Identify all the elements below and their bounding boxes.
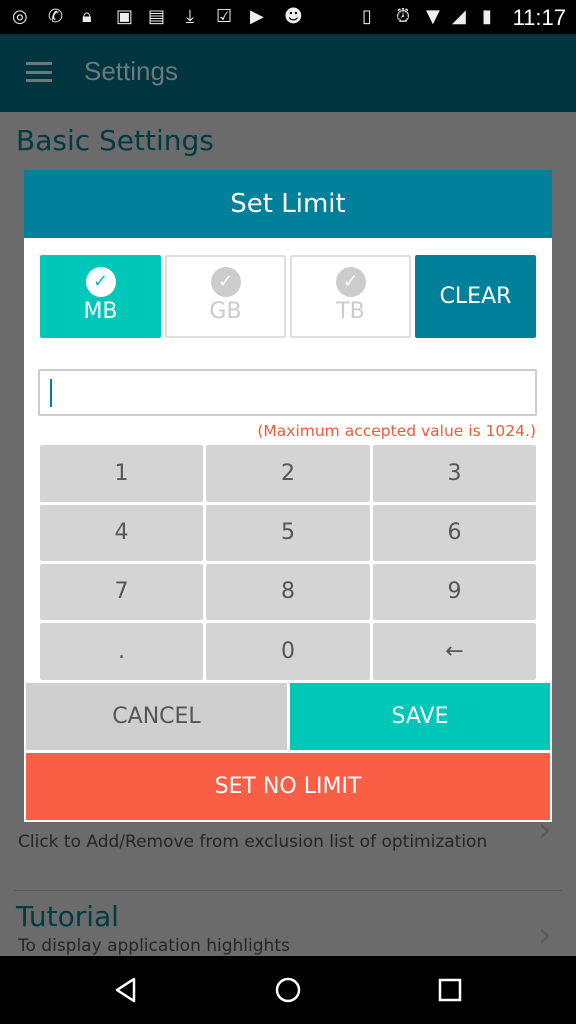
wifi-icon: ▼ — [426, 6, 440, 27]
vibrate-icon: ▯ — [362, 6, 372, 27]
tutorial-subtitle: To display application highlights — [18, 936, 290, 956]
save-button[interactable]: SAVE — [290, 683, 550, 750]
notification-icon: ◎ — [12, 6, 28, 27]
clipboard-icon: ☑ — [216, 6, 233, 27]
battery-icon: ▮ — [482, 6, 492, 27]
unit-label: TB — [336, 299, 365, 324]
home-icon[interactable] — [274, 976, 302, 1004]
decimal-key[interactable]: . — [40, 623, 203, 680]
key-0[interactable]: 0 — [206, 623, 370, 680]
signal-icon: ◢ — [452, 6, 466, 27]
clock: 11:17 — [512, 5, 566, 30]
hamburger-menu-icon[interactable] — [26, 62, 52, 82]
clear-button[interactable]: CLEAR — [415, 255, 536, 338]
tutorial-title[interactable]: Tutorial — [16, 900, 119, 933]
key-5[interactable]: 5 — [206, 505, 370, 561]
set-no-limit-button[interactable]: SET NO LIMIT — [26, 753, 550, 820]
cancel-button[interactable]: CANCEL — [26, 683, 287, 750]
recents-icon[interactable] — [436, 976, 464, 1004]
section-title: Basic Settings — [16, 124, 214, 157]
check-circle-icon: ✓ — [210, 267, 241, 297]
chevron-right-icon: › — [538, 915, 552, 955]
key-2[interactable]: 2 — [206, 445, 370, 502]
alarm-icon: ⏰︎ — [396, 6, 411, 27]
page-title: Settings — [84, 56, 178, 86]
image-icon: ▣ — [116, 6, 134, 27]
check-circle-icon: ✓ — [335, 267, 366, 297]
key-8[interactable]: 8 — [206, 564, 370, 620]
lock-icon: 🔒︎ — [82, 6, 92, 27]
exclusion-subtitle[interactable]: Click to Add/Remove from exclusion list … — [18, 832, 487, 852]
unit-label: GB — [209, 299, 242, 324]
unit-gb-button[interactable]: ✓ GB — [165, 255, 286, 338]
key-1[interactable]: 1 — [40, 445, 203, 502]
unit-tb-button[interactable]: ✓ TB — [290, 255, 411, 338]
key-3[interactable]: 3 — [373, 445, 536, 502]
whatsapp-icon: ✆ — [48, 6, 64, 27]
navigation-bar — [0, 956, 576, 1024]
app-icon: ▤ — [148, 6, 166, 27]
limit-input[interactable] — [38, 369, 537, 416]
dialog-title: Set Limit — [24, 170, 552, 238]
backspace-key[interactable]: ← — [373, 623, 536, 680]
set-limit-dialog: Set Limit ✓ MB ✓ GB ✓ TB CLEAR (Maximum … — [24, 170, 552, 822]
unit-mb-button[interactable]: ✓ MB — [40, 255, 161, 338]
play-store-icon: ▶ — [250, 6, 264, 27]
key-6[interactable]: 6 — [373, 505, 536, 561]
error-message: (Maximum accepted value is 1024.) — [257, 422, 536, 440]
key-7[interactable]: 7 — [40, 564, 203, 620]
check-circle-icon: ✓ — [85, 267, 116, 297]
android-icon: ☻ — [284, 6, 303, 27]
back-icon[interactable] — [112, 976, 140, 1004]
divider — [14, 890, 562, 891]
text-caret — [50, 379, 52, 407]
app-bar: Settings — [0, 34, 576, 112]
key-4[interactable]: 4 — [40, 505, 203, 561]
key-9[interactable]: 9 — [373, 564, 536, 620]
download-icon: ⤓ — [186, 6, 194, 27]
unit-label: MB — [83, 299, 118, 324]
status-bar: ◎ ✆ 🔒︎ ▣ ▤ ⤓ ☑ ▶ ☻ ▯ ⏰︎ ▼ ◢ ▮ 11:17 — [0, 0, 576, 34]
